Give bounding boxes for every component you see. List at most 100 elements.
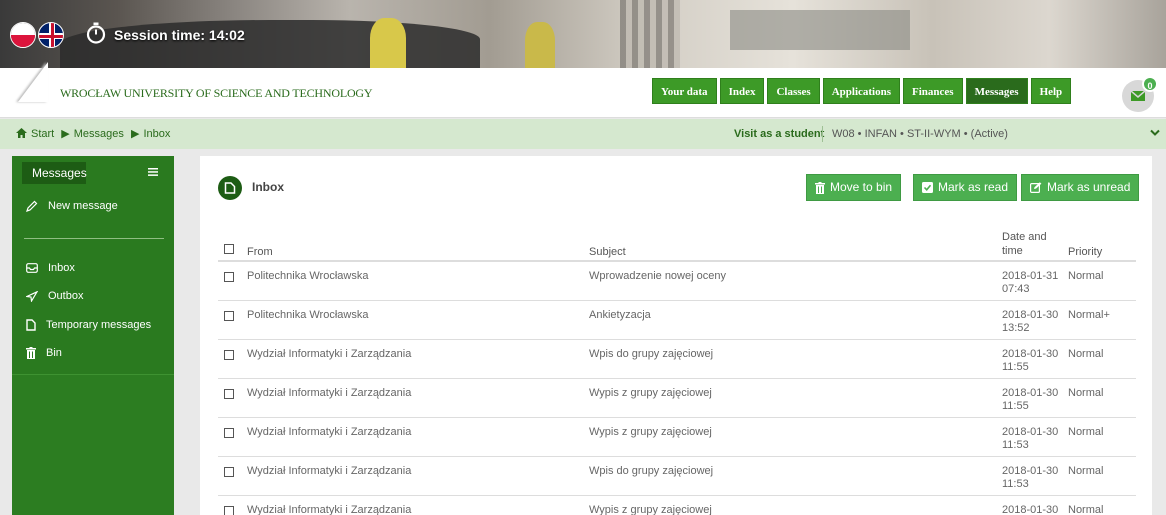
row-checkbox[interactable] — [224, 311, 234, 321]
nav-index[interactable]: Index — [719, 78, 765, 104]
message-subject[interactable]: Wprowadzenie nowej oceny — [589, 270, 726, 282]
row-checkbox[interactable] — [224, 389, 234, 399]
message-subject[interactable]: Wypis z grupy zajęciowej — [589, 387, 712, 399]
message-sender: Wydział Informatyki i Zarządzania — [247, 465, 412, 477]
mail-count-badge: 0 — [1142, 76, 1158, 92]
sidebar-item-label: Inbox — [48, 262, 75, 274]
inbox-icon — [26, 263, 38, 273]
page-title: Inbox — [252, 180, 284, 194]
sidebar-item-label: Temporary messages — [46, 319, 152, 331]
nav-your-data[interactable]: Your data — [652, 78, 717, 104]
nav-classes[interactable]: Classes — [767, 78, 820, 104]
chevron-down-icon[interactable] — [1150, 129, 1160, 137]
nav-messages[interactable]: Messages — [965, 78, 1028, 104]
trash-icon — [815, 181, 825, 194]
nav-applications[interactable]: Applications — [822, 78, 900, 104]
message-sender: Wydział Informatyki i Zarządzania — [247, 504, 412, 515]
message-subject[interactable]: Wpis do grupy zajęciowej — [589, 465, 713, 477]
trash-icon — [26, 347, 36, 359]
message-datetime: 2018-01-30 11:53 — [1002, 426, 1059, 451]
message-subject[interactable]: Wpis do grupy zajęciowej — [589, 348, 713, 360]
message-datetime: 2018-01-30 13:52 — [1002, 309, 1059, 334]
hamburger-menu-icon[interactable] — [148, 168, 158, 176]
mark-as-read-label: Mark as read — [938, 180, 1009, 194]
session-timer: Session time: 14:02 — [114, 27, 245, 43]
mark-as-read-button[interactable]: Mark as read — [913, 174, 1018, 201]
mark-as-unread-label: Mark as unread — [1047, 180, 1131, 194]
mark-as-unread-button[interactable]: Mark as unread — [1021, 174, 1140, 201]
row-checkbox[interactable] — [224, 506, 234, 515]
breadcrumb-separator-icon: ▶ — [61, 128, 70, 140]
column-date-line2[interactable]: time — [1002, 245, 1023, 257]
table-row[interactable]: Wydział Informatyki i Zarządzania Wpis d… — [218, 340, 1136, 379]
message-priority: Normal — [1068, 504, 1104, 515]
send-icon — [26, 290, 38, 302]
draft-icon — [26, 319, 36, 331]
top-banner: Session time: 14:02 — [0, 0, 1166, 68]
sidebar-item-outbox[interactable]: Outbox — [26, 290, 83, 302]
pencil-icon — [26, 200, 38, 212]
checkbox-checked-icon — [922, 182, 933, 193]
select-all-checkbox[interactable] — [224, 244, 234, 254]
message-datetime: 2018-01-30 11:53 — [1002, 465, 1059, 490]
table-row[interactable]: Wydział Informatyki i Zarządzania Wpis d… — [218, 457, 1136, 496]
new-message-label: New message — [48, 200, 118, 212]
inbox-badge — [218, 176, 242, 200]
inbox-panel: Inbox Move to bin Mark as read Mark as u… — [200, 156, 1152, 515]
message-subject[interactable]: Ankietyzacja — [589, 309, 651, 321]
new-message-button[interactable]: New message — [26, 200, 118, 212]
message-sender: Politechnika Wrocławska — [247, 309, 369, 321]
nav-finances[interactable]: Finances — [903, 78, 963, 104]
table-row[interactable]: Politechnika Wrocławska Ankietyzacja 201… — [218, 301, 1136, 340]
message-sender: Wydział Informatyki i Zarządzania — [247, 387, 412, 399]
row-checkbox[interactable] — [224, 467, 234, 477]
sidebar-item-temporary-messages[interactable]: Temporary messages — [26, 319, 151, 331]
home-icon[interactable] — [16, 128, 27, 138]
message-subject[interactable]: Wypis z grupy zajęciowej — [589, 504, 712, 515]
edit-square-icon — [1030, 182, 1042, 193]
row-checkbox[interactable] — [224, 428, 234, 438]
breadcrumb-bar: Start ▶ Messages ▶ Inbox Visit as a studen… — [0, 119, 1166, 149]
breadcrumb-inbox: Inbox — [143, 128, 171, 140]
english-flag-icon[interactable] — [38, 22, 64, 48]
message-priority: Normal — [1068, 465, 1104, 477]
nav-help[interactable]: Help — [1030, 78, 1072, 104]
column-from[interactable]: From — [247, 246, 273, 258]
message-priority: Normal — [1068, 426, 1104, 438]
stopwatch-icon — [86, 22, 106, 44]
breadcrumb-messages[interactable]: Messages — [74, 128, 124, 140]
message-subject[interactable]: Wypis z grupy zajęciowej — [589, 426, 712, 438]
column-priority[interactable]: Priority — [1068, 246, 1102, 258]
message-sender: Wydział Informatyki i Zarządzania — [247, 426, 412, 438]
table-header: From Subject Date and time Priority — [218, 226, 1136, 262]
university-name[interactable]: WROCŁAW UNIVERSITY OF SCIENCE AND TECHNO… — [60, 86, 373, 101]
column-date-line1[interactable]: Date and — [1002, 231, 1047, 243]
sidebar: Messages New message Inbox Outbox Tempor… — [12, 156, 174, 515]
sidebar-item-inbox[interactable]: Inbox — [26, 262, 75, 274]
row-checkbox[interactable] — [224, 350, 234, 360]
sidebar-item-label: Bin — [46, 347, 62, 359]
row-checkbox[interactable] — [224, 272, 234, 282]
message-sender: Wydział Informatyki i Zarządzania — [247, 348, 412, 360]
table-row[interactable]: Politechnika Wrocławska Wprowadzenie now… — [218, 262, 1136, 301]
move-to-bin-button[interactable]: Move to bin — [806, 174, 902, 201]
message-datetime: 2018-01-31 07:43 — [1002, 270, 1059, 295]
visit-as-student-link[interactable]: Visit as a student — [734, 128, 824, 140]
column-subject[interactable]: Subject — [589, 246, 626, 258]
table-row[interactable]: Wydział Informatyki i Zarządzania Wypis … — [218, 418, 1136, 457]
breadcrumb: Start ▶ Messages ▶ Inbox — [16, 127, 174, 140]
breadcrumb-separator-icon: ▶ — [130, 128, 140, 140]
sidebar-item-bin[interactable]: Bin — [26, 347, 62, 359]
message-datetime: 2018-01-30 — [1002, 504, 1059, 515]
table-row[interactable]: Wydział Informatyki i Zarządzania Wypis … — [218, 496, 1136, 515]
header-bar: WROCŁAW UNIVERSITY OF SCIENCE AND TECHNO… — [0, 62, 1166, 118]
university-logo — [18, 62, 48, 102]
polish-flag-icon[interactable] — [10, 22, 36, 48]
sidebar-item-label: Outbox — [48, 290, 84, 302]
message-priority: Normal — [1068, 270, 1104, 282]
table-row[interactable]: Wydział Informatyki i Zarządzania Wypis … — [218, 379, 1136, 418]
message-priority: Normal — [1068, 348, 1104, 360]
breadcrumb-start[interactable]: Start — [31, 128, 54, 140]
move-to-bin-label: Move to bin — [830, 180, 893, 194]
sidebar-title: Messages — [22, 162, 87, 184]
